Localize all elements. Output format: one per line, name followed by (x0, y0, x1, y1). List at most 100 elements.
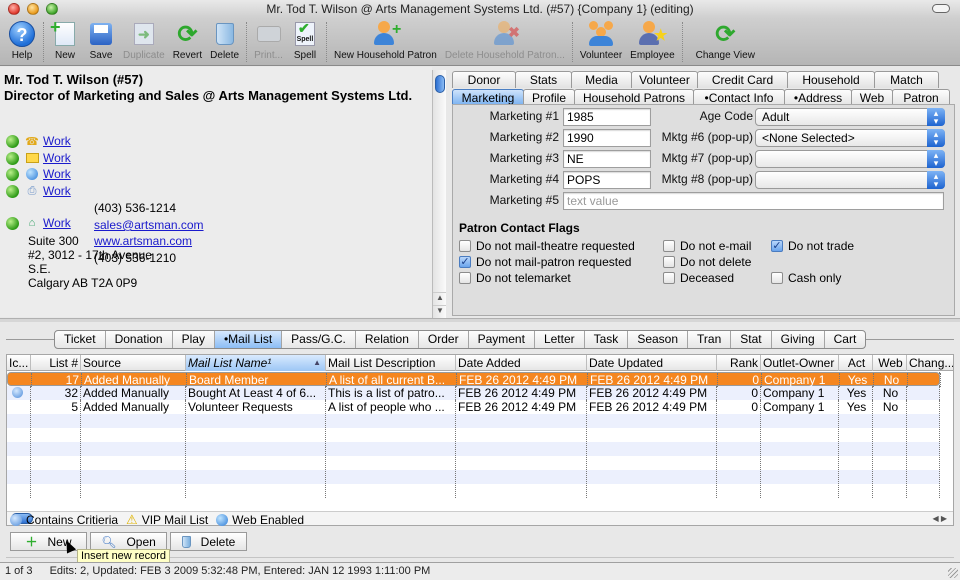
tab-cart[interactable]: Cart (825, 331, 866, 348)
contact-label-link[interactable]: Work (43, 184, 71, 198)
tab-volunteer[interactable]: Volunteer (631, 71, 698, 88)
scroll-down-arrow[interactable]: ▼ (433, 305, 447, 318)
checkbox[interactable] (771, 272, 783, 284)
tab-media[interactable]: Media (571, 71, 632, 88)
toolbar-toggle-button[interactable] (932, 4, 950, 13)
change-view-button[interactable]: ⟳ Change View (686, 18, 765, 62)
checkbox[interactable] (663, 256, 675, 268)
flag-do-not-telemarket[interactable]: Do not telemarket (459, 271, 571, 285)
checkbox[interactable] (663, 240, 675, 252)
col-header-rank[interactable]: Rank (717, 355, 761, 371)
tab-task[interactable]: Task (585, 331, 629, 348)
new-button[interactable]: + New (47, 17, 83, 61)
col-header-source[interactable]: Source (81, 355, 186, 371)
tab-mail-list[interactable]: •Mail List (214, 331, 283, 348)
contact-label-link[interactable]: Work (43, 167, 71, 181)
col-header-web[interactable]: Web (873, 355, 907, 371)
table-row[interactable]: 32 Added Manually Bought At Least 4 of 6..… (7, 386, 940, 400)
flag-do-not-trade[interactable]: ✓ Do not trade (771, 239, 854, 253)
tab-order[interactable]: Order (419, 331, 469, 348)
col-header-icon[interactable]: Ic... (7, 355, 31, 371)
email-link[interactable]: sales@artsman.com (94, 218, 204, 232)
marketing-2-input[interactable]: 1990 (563, 129, 651, 147)
trash-icon (181, 535, 191, 548)
marketing-1-input[interactable]: 1985 (563, 108, 651, 126)
website-link[interactable]: www.artsman.com (94, 234, 192, 248)
col-header-outlet-owner[interactable]: Outlet-Owner (761, 355, 839, 371)
marketing-3-input[interactable]: NE (563, 150, 651, 168)
new-household-patron-button[interactable]: + New Household Patron (330, 18, 441, 61)
checkbox[interactable] (459, 272, 471, 284)
flag-do-not-delete[interactable]: Do not delete (663, 255, 751, 269)
contact-row-phone: ☎ Work (6, 133, 71, 149)
tab-household[interactable]: Household (787, 71, 875, 88)
mktg-7-select[interactable]: ▴ ▾ (755, 150, 945, 168)
help-icon: ? (8, 20, 36, 48)
tab-play[interactable]: Play (173, 331, 215, 348)
contact-label-link[interactable]: Work (43, 134, 71, 148)
checkbox-checked[interactable]: ✓ (771, 240, 783, 252)
close-window-button[interactable] (8, 3, 20, 15)
col-header-date-added[interactable]: Date Added (456, 355, 587, 371)
tab-match[interactable]: Match (874, 71, 939, 88)
checkbox[interactable] (663, 272, 675, 284)
col-header-date-updated[interactable]: Date Updated (587, 355, 717, 371)
minimize-window-button[interactable] (27, 3, 39, 15)
tab-credit-card[interactable]: Credit Card (697, 71, 788, 88)
address-label-link[interactable]: Work (43, 216, 71, 230)
delete-record-button[interactable]: Delete (170, 532, 247, 551)
scroll-up-arrow[interactable]: ▲ (433, 292, 447, 305)
tab-payment[interactable]: Payment (469, 331, 535, 348)
col-header-changed[interactable]: Chang... (907, 355, 953, 371)
duplicate-button[interactable]: ➜ Duplicate (119, 18, 169, 61)
row-stripe (7, 456, 940, 470)
col-header-mail-list-name[interactable]: Mail List Name¹ ▲ (186, 355, 326, 371)
tab-donation[interactable]: Donation (106, 331, 173, 348)
table-row[interactable]: 17 Added Manually Board Member A list of al… (7, 372, 941, 387)
tab-giving[interactable]: Giving (772, 331, 825, 348)
tab-pass-gc[interactable]: Pass/G.C. (282, 331, 356, 348)
mktg-8-select[interactable]: ▴ ▾ (755, 171, 945, 189)
spell-button[interactable]: Spell ✔ Spell (287, 18, 323, 61)
marketing-5-input[interactable]: text value (563, 192, 944, 210)
volunteer-button[interactable]: Volunteer (576, 18, 626, 61)
flag-cash-only[interactable]: Cash only (771, 271, 841, 285)
checkbox[interactable] (459, 240, 471, 252)
tab-stat[interactable]: Stat (731, 331, 772, 348)
tab-season[interactable]: Season (628, 331, 689, 348)
table-row[interactable]: 5 Added Manually Volunteer Requests A list … (7, 400, 940, 414)
flag-do-not-mail-theatre[interactable]: Do not mail-theatre requested (459, 239, 635, 253)
flag-do-not-mail-patron[interactable]: ✓ Do not mail-patron requested (459, 255, 631, 269)
zoom-window-button[interactable] (46, 3, 58, 15)
col-header-act[interactable]: Act (839, 355, 873, 371)
flags-title: Patron Contact Flags (459, 221, 580, 235)
employee-button[interactable]: ★ Employee (626, 18, 678, 61)
tab-relation[interactable]: Relation (356, 331, 419, 348)
scroll-thumb[interactable] (435, 75, 445, 93)
cell-owner: Company 1 (761, 400, 839, 414)
tab-stats[interactable]: Stats (515, 71, 572, 88)
cell-icon (8, 373, 32, 387)
col-header-list-no[interactable]: List # (31, 355, 81, 371)
scroll-arrows[interactable]: ◀ ▶ (932, 512, 947, 525)
tab-letter[interactable]: Letter (535, 331, 585, 348)
print-button[interactable]: Print... (250, 18, 287, 61)
col-header-description[interactable]: Mail List Description (326, 355, 456, 371)
vertical-scrollbar[interactable]: ▲ ▼ (432, 70, 447, 318)
delete-toolbar-button[interactable]: Delete (206, 18, 243, 61)
flag-do-not-email[interactable]: Do not e-mail (663, 239, 751, 253)
save-button[interactable]: Save (83, 18, 119, 61)
contact-label-link[interactable]: Work (43, 151, 71, 165)
resize-grip-icon[interactable] (948, 568, 958, 578)
flag-deceased[interactable]: Deceased (663, 271, 734, 285)
marketing-4-input[interactable]: POPS (563, 171, 651, 189)
tab-tran[interactable]: Tran (688, 331, 732, 348)
revert-button[interactable]: ⟳ Revert (169, 18, 206, 62)
tab-ticket[interactable]: Ticket (55, 331, 106, 348)
age-code-select[interactable]: Adult ▴ ▾ (755, 108, 945, 126)
checkbox-checked[interactable]: ✓ (459, 256, 471, 268)
delete-household-patron-button[interactable]: ✖ Delete Household Patron... (441, 18, 569, 61)
tab-donor[interactable]: Donor (452, 71, 516, 88)
mktg-6-select[interactable]: <None Selected> ▴ ▾ (755, 129, 945, 147)
help-button[interactable]: ? Help (4, 18, 40, 61)
